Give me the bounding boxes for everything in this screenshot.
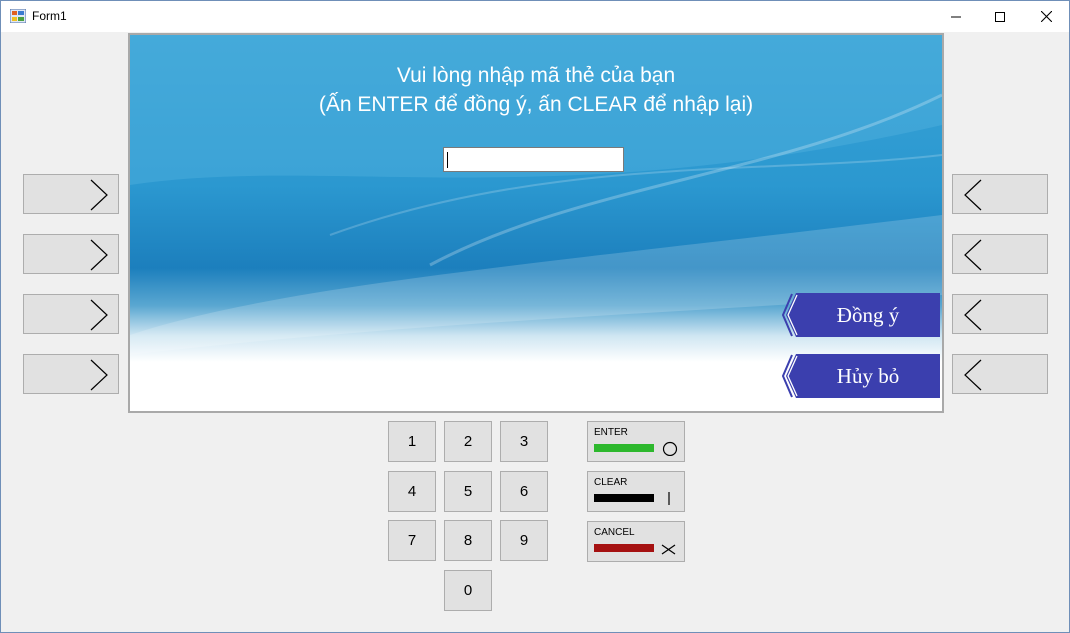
prompt-line-2: (Ấn ENTER để đồng ý, ấn CLEAR để nhập lạ… [318,93,754,116]
minimize-button[interactable] [933,1,979,32]
right-side-button-1[interactable] [952,174,1048,214]
left-side-button-4[interactable] [23,354,119,394]
key-1[interactable]: 1 [388,421,436,462]
right-side-button-3[interactable] [952,294,1048,334]
cancel-option-label: Hủy bỏ [836,364,900,388]
cancel-key-label: CANCEL [594,527,635,538]
cancel-option-button[interactable]: Hủy bỏ [782,354,940,398]
card-number-input[interactable] [443,147,624,172]
maximize-button[interactable] [977,1,1023,32]
clear-key-bar [594,494,654,502]
clear-key-label: CLEAR [594,477,628,488]
chevron-right-icon [90,239,108,271]
chevron-left-icon [964,299,982,331]
prompt-line-1: Vui lòng nhập mã thẻ của bạn [396,64,676,87]
cancel-key[interactable]: CANCEL [587,521,685,562]
chevron-left-icon [964,239,982,271]
chevron-right-icon [90,299,108,331]
key-2[interactable]: 2 [444,421,492,462]
chevron-right-icon [90,179,108,211]
key-8[interactable]: 8 [444,520,492,561]
minimize-icon [951,16,961,17]
key-9[interactable]: 9 [500,520,548,561]
maximize-icon [995,11,1005,22]
enter-key[interactable]: ENTER [587,421,685,462]
agree-label: Đồng ý [836,303,900,327]
close-button[interactable] [1023,1,1069,32]
left-side-button-1[interactable] [23,174,119,214]
key-4[interactable]: 4 [388,471,436,512]
chevron-right-icon [90,359,108,391]
enter-key-bar [594,444,654,452]
x-icon [661,544,676,555]
title-bar: Form1 [1,1,1069,32]
left-side-button-3[interactable] [23,294,119,334]
chevron-left-icon [964,359,982,391]
left-side-button-2[interactable] [23,234,119,274]
cancel-key-bar [594,544,654,552]
right-side-button-4[interactable] [952,354,1048,394]
key-7[interactable]: 7 [388,520,436,561]
enter-key-label: ENTER [594,427,628,438]
close-icon [1040,11,1052,22]
clear-key[interactable]: CLEAR [587,471,685,512]
circle-icon [662,441,678,456]
key-6[interactable]: 6 [500,471,548,512]
key-3[interactable]: 3 [500,421,548,462]
vertical-bar-icon [668,492,670,505]
atm-screen: Vui lòng nhập mã thẻ của bạn (Ấn ENTER đ… [128,33,944,413]
prompt-text: Vui lòng nhập mã thẻ của bạn (Ấn ENTER đ… [130,61,942,119]
window-title: Form1 [32,9,67,23]
app-icon [10,9,26,23]
key-0[interactable]: 0 [444,570,492,611]
app-window: Form1 Vui lòng nhập mã thẻ của bạn (Ấn E… [0,0,1070,633]
agree-button[interactable]: Đồng ý [782,293,940,337]
chevron-left-icon [964,179,982,211]
text-caret [447,152,448,168]
right-side-button-2[interactable] [952,234,1048,274]
key-5[interactable]: 5 [444,471,492,512]
